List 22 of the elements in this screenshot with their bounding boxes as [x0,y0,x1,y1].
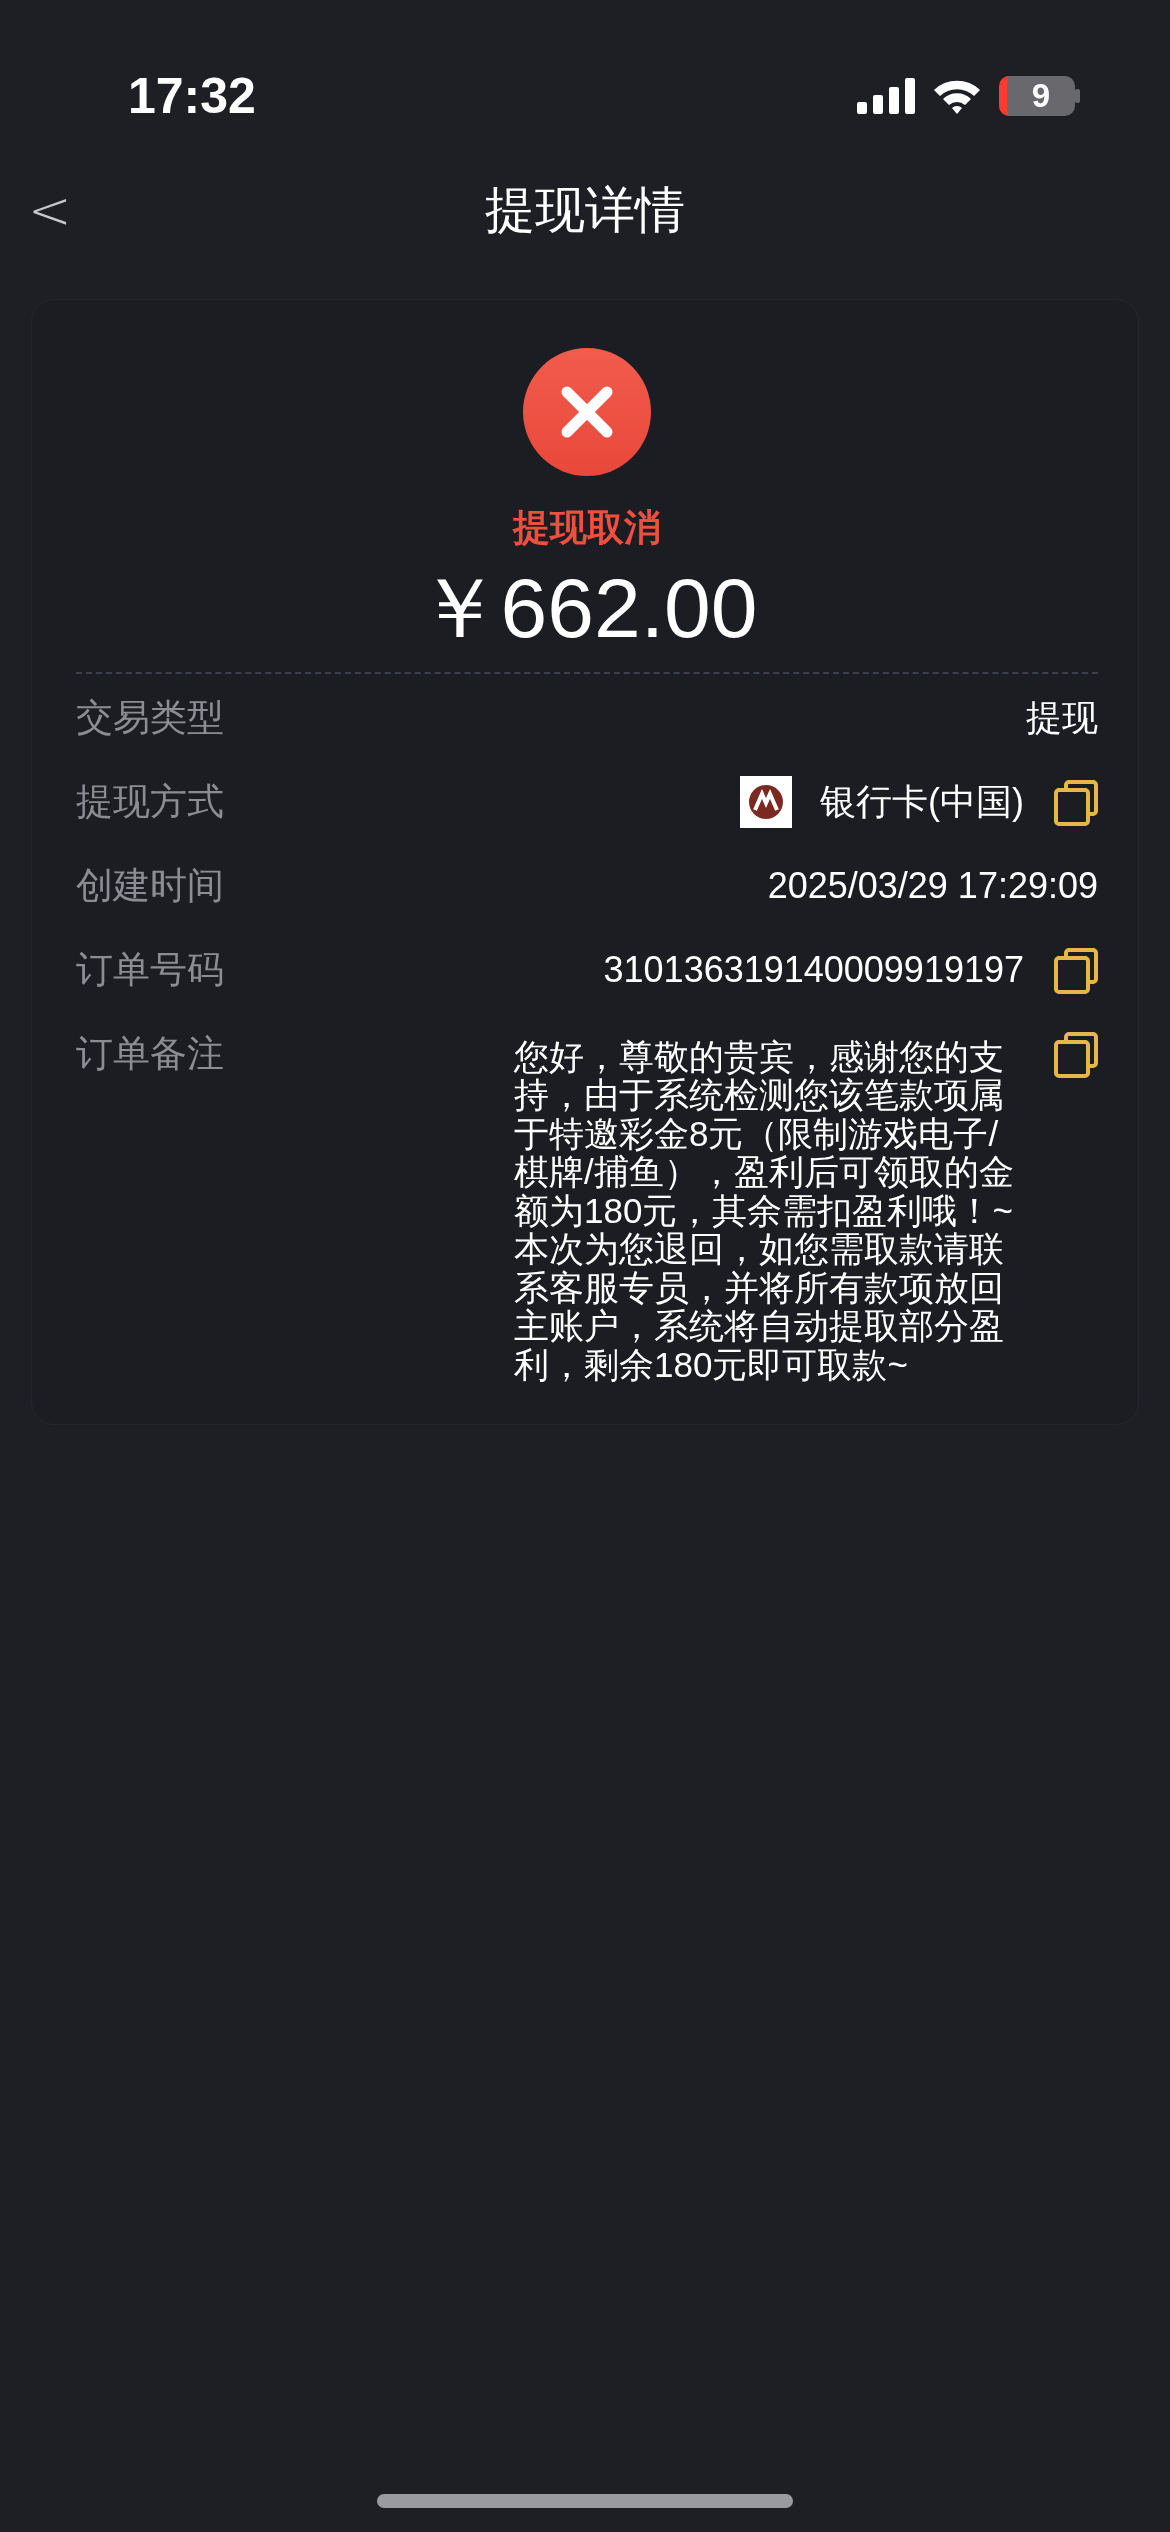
amount: ￥662.00 [416,561,758,654]
field-label: 交易类型 [76,695,224,740]
field-label: 订单号码 [76,947,224,992]
battery-tip-icon [1075,89,1080,103]
page-title: 提现详情 [485,181,685,238]
status-text: 提现取消 [513,506,661,550]
bank-logo-icon [740,775,792,828]
copy-icon[interactable] [1054,779,1098,826]
field-label: 提现方式 [76,779,224,824]
copy-icon[interactable] [1054,1031,1098,1078]
field-value: 银行卡(中国) [820,779,1024,824]
field-label: 订单备注 [76,1031,224,1076]
note-text: 您好，尊敬的贵宾，感谢您的支持，由于系统检测您该笔款项属于特邀彩金8元（限制游戏电子/棋牌/捕鱼），盈利后可领取的金额为180元，其余需扣盈利哦！~本次为您退回，如您需取款请联系客服专员，并将所有款项放回主账户，系统将自动提取部分盈利，剩余180元即可取款~ [514,1037,1015,1385]
field-value: 提现 [1026,695,1098,740]
field-value: 2025/03/29 17:29:09 [767,863,1098,908]
battery-level: 9 [999,76,1075,116]
status-time: 17:32 [128,71,256,121]
field-value: 310136319140009919197 [603,947,1024,992]
signal-icon [857,78,915,114]
field-label: 创建时间 [76,863,224,908]
copy-icon[interactable] [1054,947,1098,994]
back-button[interactable]: < [0,184,72,236]
